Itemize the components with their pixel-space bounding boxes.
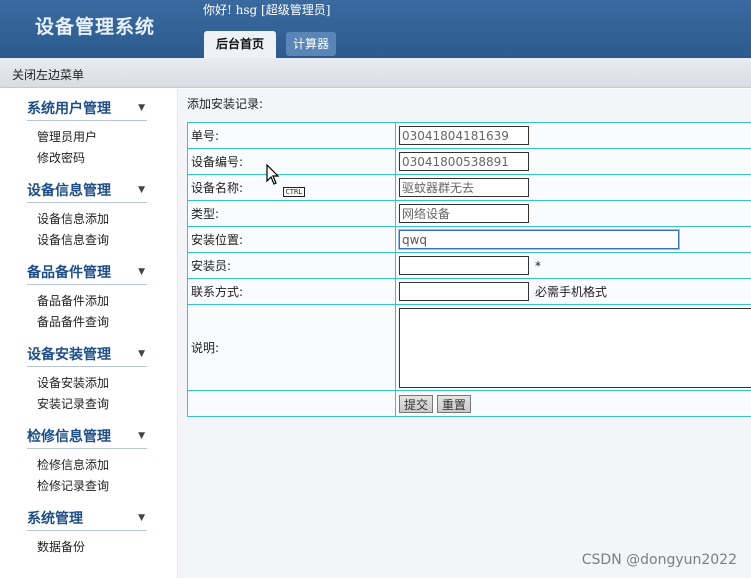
contact-input[interactable] (399, 282, 529, 301)
field-label: 设备编号: (187, 148, 396, 175)
sidebar-group-title: 系统管理 (27, 510, 83, 527)
sidebar-item-admin-users[interactable]: 管理员用户 (37, 127, 147, 148)
field-label: 说明: (187, 304, 396, 391)
form-row-actions: 提交 重置 (187, 390, 751, 417)
sidebar-item-install-query[interactable]: 安装记录查询 (37, 394, 147, 415)
device-no-input[interactable] (399, 152, 529, 171)
main-content: 添加安装记录: 单号: 设备编号: 设备名称: 类型: 安装位置: 安装员: *… (178, 89, 751, 578)
mouse-pointer-icon (266, 164, 280, 185)
toolbar: 关闭左边菜单 (0, 58, 751, 88)
remark-textarea[interactable] (399, 307, 751, 388)
sidebar: 系统用户管理 ▼ 管理员用户 修改密码 设备信息管理 ▼ 设备信息添加 设备信息… (0, 89, 178, 578)
sidebar-group-header[interactable]: 备品备件管理 ▼ (27, 259, 147, 285)
watermark: CSDN @dongyun2022 (581, 552, 737, 568)
sidebar-group-title: 检修信息管理 (27, 428, 111, 445)
sidebar-group-title: 设备安装管理 (27, 346, 111, 363)
type-input[interactable] (399, 204, 529, 223)
form-row-installer: 安装员: * (187, 252, 751, 279)
reset-button[interactable]: 重置 (437, 394, 472, 413)
form-row-contact: 联系方式: 必需手机格式 (187, 278, 751, 305)
app-title: 设备管理系统 (35, 16, 156, 38)
tab-calculator[interactable]: 计算器 (286, 32, 336, 56)
sidebar-item-change-password[interactable]: 修改密码 (37, 148, 147, 169)
chevron-down-icon[interactable]: ▼ (138, 267, 145, 277)
sidebar-item-data-backup[interactable]: 数据备份 (37, 537, 147, 558)
required-mark: * (535, 258, 541, 273)
sidebar-group-title: 系统用户管理 (27, 100, 111, 117)
order-no-input[interactable] (399, 126, 529, 145)
section-title: 添加安装记录: (187, 97, 264, 111)
sidebar-group-header[interactable]: 系统用户管理 ▼ (27, 95, 147, 121)
form-row-remark: 说明: (187, 304, 751, 391)
top-header: 设备管理系统 你好! hsg [超级管理员] 后台首页 计算器 (0, 0, 751, 58)
sidebar-group-device-info: 设备信息管理 ▼ 设备信息添加 设备信息查询 (27, 177, 147, 251)
install-location-input[interactable] (399, 230, 679, 249)
sidebar-group-system-users: 系统用户管理 ▼ 管理员用户 修改密码 (27, 95, 147, 169)
field-label: 联系方式: (187, 278, 396, 305)
sidebar-group-header[interactable]: 系统管理 ▼ (27, 505, 147, 531)
sidebar-item-device-add[interactable]: 设备信息添加 (37, 209, 147, 230)
sidebar-group-installation: 设备安装管理 ▼ 设备安装添加 安装记录查询 (27, 341, 147, 415)
sidebar-item-device-query[interactable]: 设备信息查询 (37, 230, 147, 251)
chevron-down-icon[interactable]: ▼ (138, 185, 145, 195)
chevron-down-icon[interactable]: ▼ (138, 349, 145, 359)
submit-button[interactable]: 提交 (399, 394, 434, 413)
sidebar-group-header[interactable]: 设备安装管理 ▼ (27, 341, 147, 367)
contact-format-hint: 必需手机格式 (535, 284, 608, 299)
sidebar-group-title: 备品备件管理 (27, 264, 111, 281)
field-label: 安装员: (187, 252, 396, 279)
device-name-input[interactable] (399, 178, 529, 197)
sidebar-item-maintenance-add[interactable]: 检修信息添加 (37, 455, 147, 476)
chevron-down-icon[interactable]: ▼ (138, 431, 145, 441)
form-row-type: 类型: (187, 200, 751, 227)
sidebar-group-header[interactable]: 检修信息管理 ▼ (27, 423, 147, 449)
toggle-left-menu-link[interactable]: 关闭左边菜单 (12, 66, 84, 83)
chevron-down-icon[interactable]: ▼ (138, 513, 145, 523)
field-label: 类型: (187, 200, 396, 227)
sidebar-item-spare-add[interactable]: 备品备件添加 (37, 291, 147, 312)
chevron-down-icon[interactable]: ▼ (138, 103, 145, 113)
form-row-location: 安装位置: (187, 226, 751, 253)
ctrl-key-indicator: CTRL (283, 187, 305, 197)
empty-cell (187, 390, 396, 417)
installer-input[interactable] (399, 256, 529, 275)
sidebar-item-maintenance-query[interactable]: 检修记录查询 (37, 476, 147, 497)
sidebar-group-header[interactable]: 设备信息管理 ▼ (27, 177, 147, 203)
sidebar-group-title: 设备信息管理 (27, 182, 111, 199)
form-row-order-no: 单号: (187, 122, 751, 149)
tab-home[interactable]: 后台首页 (204, 31, 276, 58)
field-label: 安装位置: (187, 226, 396, 253)
field-label: 单号: (187, 122, 396, 149)
sidebar-item-install-add[interactable]: 设备安装添加 (37, 373, 147, 394)
greeting-text: 你好! hsg [超级管理员] (203, 3, 331, 17)
sidebar-group-system: 系统管理 ▼ 数据备份 (27, 505, 147, 558)
sidebar-group-maintenance: 检修信息管理 ▼ 检修信息添加 检修记录查询 (27, 423, 147, 497)
sidebar-group-spare-parts: 备品备件管理 ▼ 备品备件添加 备品备件查询 (27, 259, 147, 333)
sidebar-item-spare-query[interactable]: 备品备件查询 (37, 312, 147, 333)
